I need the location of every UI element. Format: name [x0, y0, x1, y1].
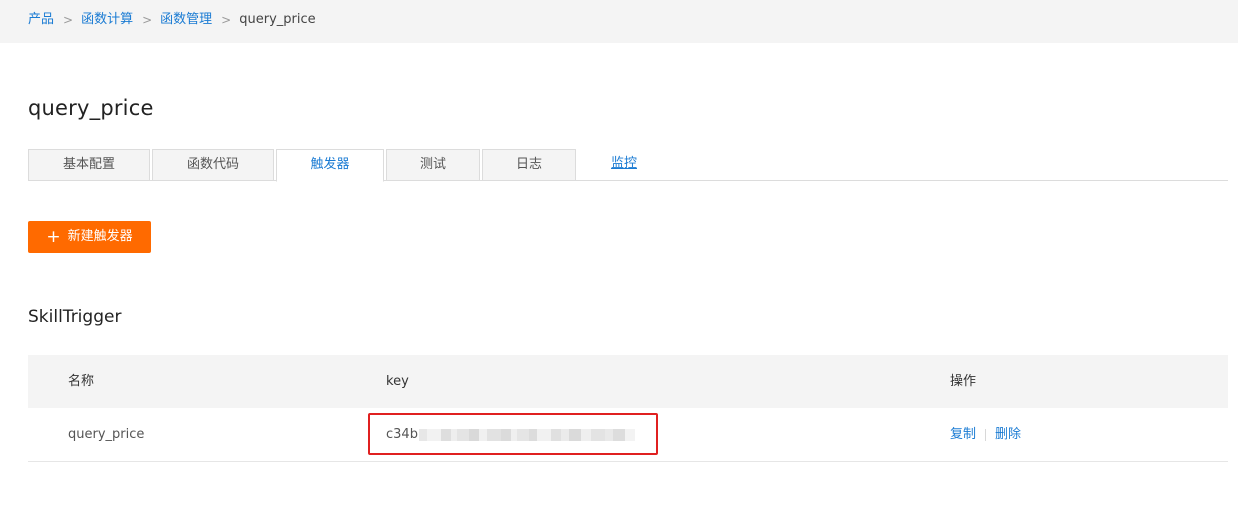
trigger-name: query_price — [68, 427, 145, 442]
breadcrumb-separator: > — [63, 13, 74, 27]
breadcrumb-item-function-management[interactable]: 函数管理 — [160, 11, 212, 29]
breadcrumb-item-products[interactable]: 产品 — [28, 11, 54, 29]
copy-link[interactable]: 复制 — [950, 427, 976, 442]
tab-bar: 基本配置 函数代码 触发器 测试 日志 监控 — [28, 149, 1228, 182]
tab-monitoring[interactable]: 监控 — [578, 149, 670, 181]
breadcrumb-separator: > — [221, 13, 232, 27]
column-header-actions: 操作 — [950, 374, 977, 389]
action-divider — [985, 428, 987, 441]
column-header-name: 名称 — [68, 374, 95, 389]
tab-test[interactable]: 测试 — [386, 149, 480, 181]
breadcrumb-item-function-compute[interactable]: 函数计算 — [81, 11, 133, 29]
tab-logs[interactable]: 日志 — [482, 149, 576, 181]
breadcrumb: 产品 > 函数计算 > 函数管理 > query_price — [28, 11, 316, 29]
breadcrumb-separator: > — [142, 13, 153, 27]
row-actions: 复制 删除 — [950, 408, 1021, 462]
tab-triggers[interactable]: 触发器 — [276, 149, 384, 182]
tab-function-code[interactable]: 函数代码 — [152, 149, 274, 181]
section-title: SkillTrigger — [28, 307, 122, 327]
new-trigger-button[interactable]: + 新建触发器 — [28, 221, 151, 253]
new-trigger-label: 新建触发器 — [67, 229, 133, 244]
delete-link[interactable]: 删除 — [995, 427, 1021, 442]
breadcrumb-current: query_price — [239, 12, 316, 27]
column-header-key: key — [386, 374, 409, 389]
page-title: query_price — [28, 96, 154, 120]
top-bar: 产品 > 函数计算 > 函数管理 > query_price — [0, 0, 1238, 43]
tab-basic-config[interactable]: 基本配置 — [28, 149, 150, 181]
key-highlight-box — [368, 413, 658, 455]
table-header: 名称 key 操作 — [28, 355, 1228, 408]
plus-icon: + — [46, 227, 61, 247]
